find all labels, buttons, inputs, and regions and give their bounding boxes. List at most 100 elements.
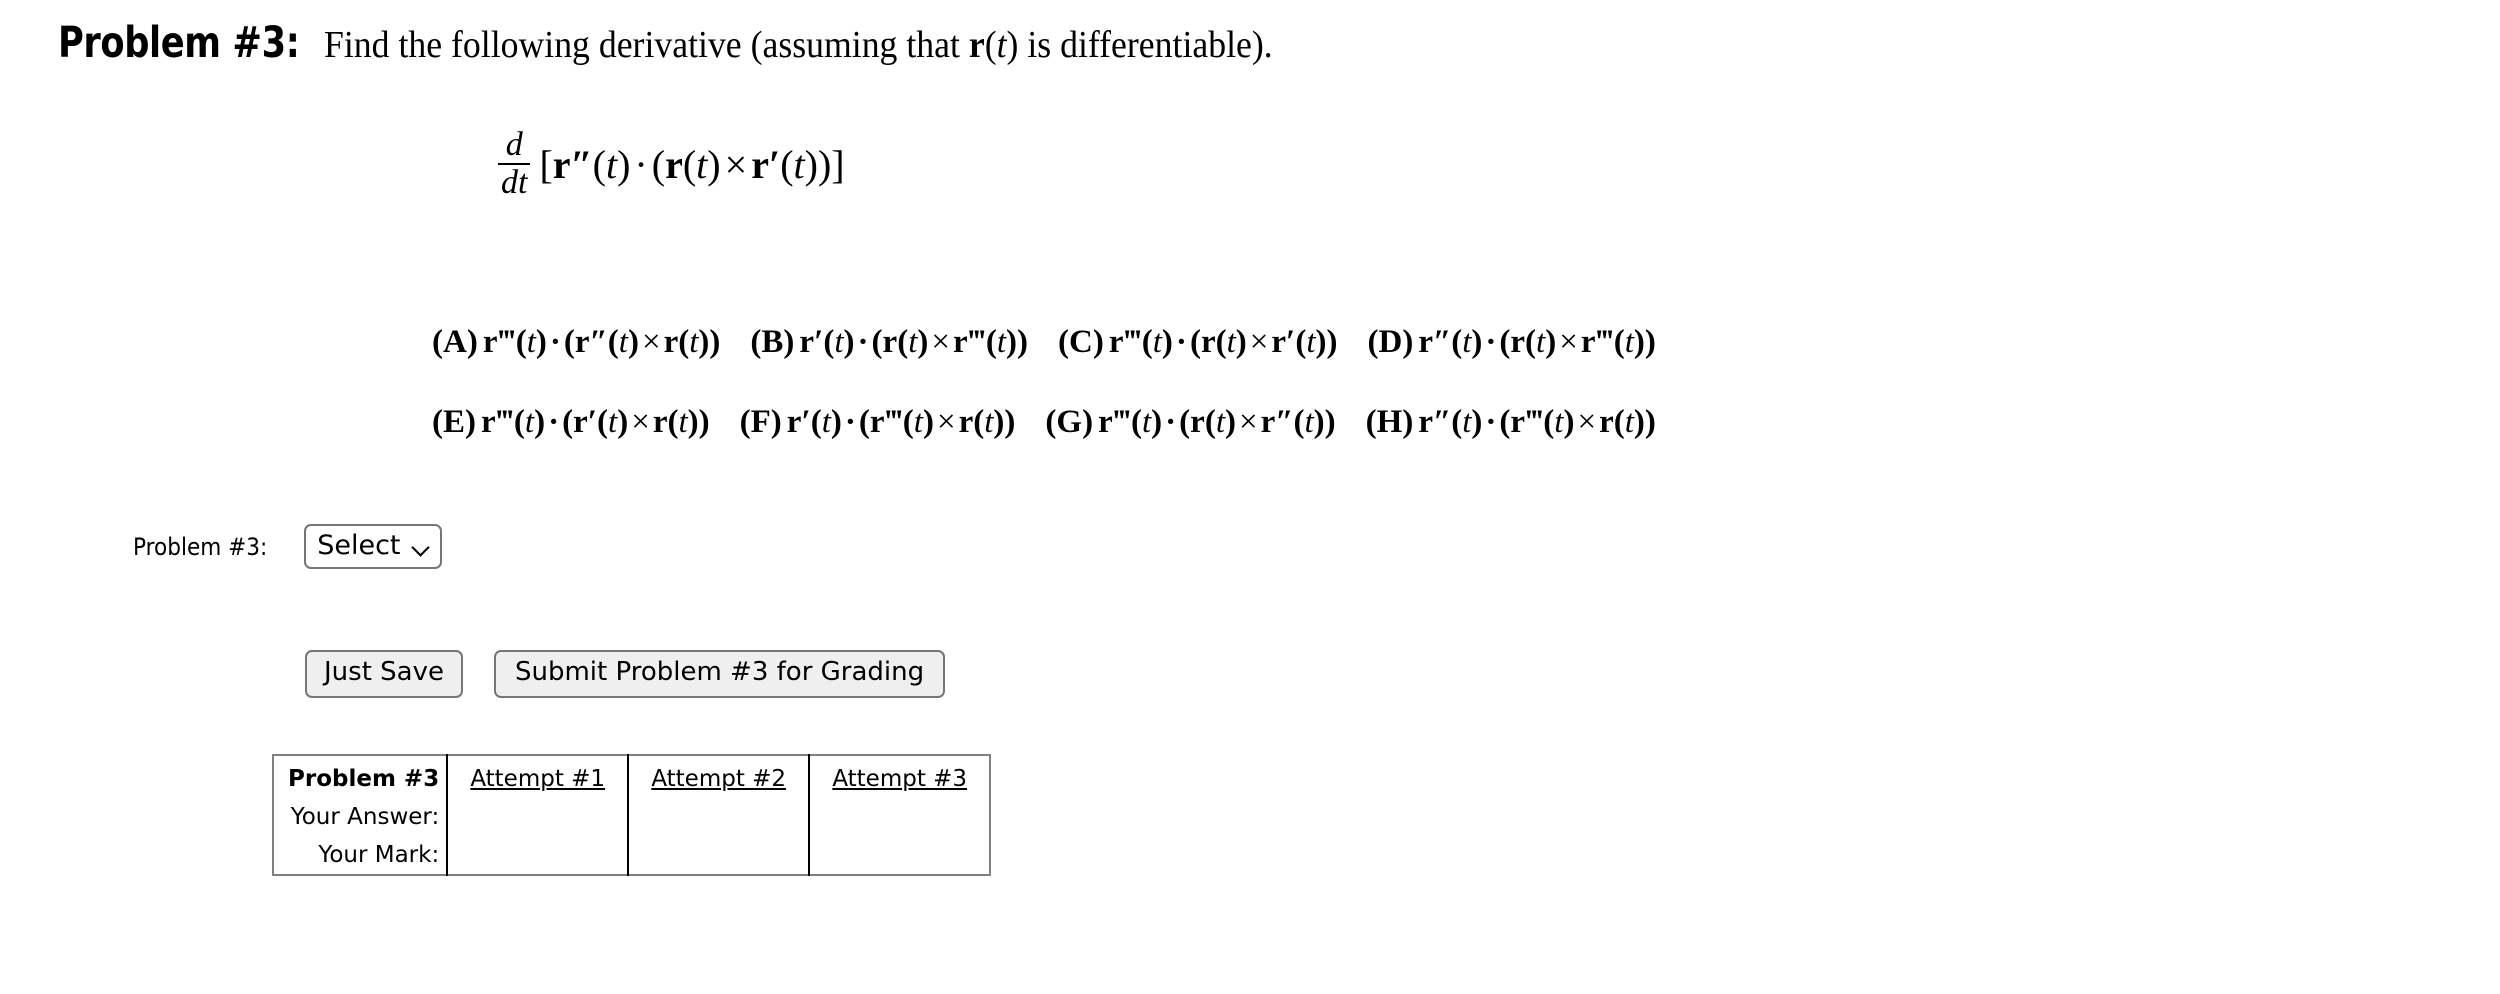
problem-statement-prefix: Find the following derivative (assuming … — [324, 24, 970, 66]
problem-statement-suffix: ) is differentiable). — [1006, 24, 1274, 66]
option-expression: r‴(t)·(r′(t)×r(t)) — [481, 404, 710, 440]
derivative-numerator: d — [505, 126, 523, 163]
chevron-down-icon — [413, 541, 429, 551]
answer-option-f: (F) r′(t)·(r‴(t)×r(t)) — [740, 404, 1016, 441]
attempt-1-link[interactable]: Attempt #1 — [470, 766, 605, 792]
answer-options-row-1: (A) r‴(t)·(r″(t)×r(t)) (B) r′(t)·(r(t)×r‴(… — [432, 324, 1686, 361]
option-term-2: r″(t) — [574, 324, 639, 360]
option-term-3: r(t) — [663, 324, 710, 360]
answer-option-g: (G) r‴(t)·(r(t)×r″(t)) — [1045, 404, 1335, 441]
your-mark-label: Your Mark: — [318, 842, 440, 868]
answer-select-label: Problem #3: — [133, 532, 268, 561]
option-term-2: r′(t) — [573, 404, 629, 440]
answer-select-value: Select — [317, 530, 401, 561]
table-row-your-answer: Your Answer: — [273, 798, 991, 836]
attempt-1-header: Attempt #1 — [446, 755, 629, 798]
attempt-3-header: Attempt #3 — [808, 755, 991, 798]
option-expression: r‴(t)·(r″(t)×r(t)) — [482, 324, 721, 360]
just-save-button[interactable]: Just Save — [305, 650, 463, 698]
formula-open-bracket: [ — [539, 141, 553, 187]
dot-product-operator: · — [634, 141, 648, 187]
table-row-your-mark: Your Mark: — [273, 836, 991, 875]
your-mark-attempt-1 — [446, 836, 629, 875]
formula-term3-prime: ′ — [768, 141, 781, 187]
option-expression: r‴(t)·(r(t)×r′(t)) — [1108, 324, 1338, 360]
option-term-2: r(t) — [882, 324, 929, 360]
derivative-operator: d dt — [498, 126, 531, 201]
option-letter: (D) — [1367, 324, 1414, 360]
derivative-expression: d dt [r″(t) · (r(t) × r′(t))] — [498, 128, 845, 200]
action-button-row: Just Save Submit Problem #3 for Grading — [305, 650, 946, 698]
option-letter: (G) — [1045, 404, 1094, 440]
your-answer-attempt-1 — [446, 798, 629, 836]
problem-heading: Problem #3: Find the following derivativ… — [58, 18, 1334, 68]
cross-product-operator: × — [724, 141, 748, 187]
answer-option-a: (A) r‴(t)·(r″(t)×r(t)) — [432, 324, 720, 361]
option-term-3: r(t) — [1599, 404, 1645, 440]
option-term-1: r‴(t) — [482, 324, 547, 360]
option-term-2: r‴(t) — [869, 404, 934, 440]
formula-term3-arg: t — [793, 141, 805, 187]
attempt-2-header: Attempt #2 — [627, 755, 810, 798]
formula-close-bracket: ] — [831, 141, 845, 187]
formula-term2-vector: r — [665, 141, 683, 187]
option-letter: (C) — [1058, 324, 1104, 360]
option-letter: (E) — [432, 404, 476, 440]
attempts-results-table: Problem #3 Attempt #1 Attempt #2 Attempt… — [272, 754, 992, 876]
results-table-title: Problem #3 — [288, 766, 440, 792]
your-answer-label: Your Answer: — [290, 804, 440, 830]
problem-statement-vector: r — [969, 24, 986, 66]
your-mark-attempt-2 — [627, 836, 810, 875]
option-expression: r′(t)·(r‴(t)×r(t)) — [786, 404, 1016, 440]
option-term-1: r′(t) — [786, 404, 842, 440]
option-term-2: r‴(t) — [1510, 404, 1575, 440]
answer-option-h: (H) r″(t)·(r‴(t)×r(t)) — [1366, 404, 1656, 441]
option-term-2: r(t) — [1510, 324, 1557, 360]
option-term-1: r‴(t) — [481, 404, 546, 440]
formula-term3-vector: r — [751, 141, 769, 187]
option-letter: (H) — [1365, 404, 1414, 440]
option-term-3: r′(t) — [1271, 324, 1327, 360]
option-term-1: r‴(t) — [1098, 404, 1163, 440]
option-term-1: r′(t) — [799, 324, 855, 360]
option-expression: r‴(t)·(r(t)×r″(t)) — [1098, 404, 1336, 440]
formula-term1-prime: ″ — [570, 141, 593, 187]
answer-select-dropdown[interactable]: Select — [304, 524, 442, 570]
attempt-2-link[interactable]: Attempt #2 — [651, 766, 786, 792]
table-row-header: Problem #3 Attempt #1 Attempt #2 Attempt… — [273, 755, 991, 798]
formula-term2-arg: t — [696, 141, 708, 187]
answer-option-d: (D) r″(t)·(r(t)×r‴(t)) — [1368, 324, 1656, 361]
option-letter: (B) — [750, 324, 795, 360]
your-mark-attempt-3 — [808, 836, 991, 875]
your-answer-attempt-3 — [808, 798, 991, 836]
option-letter: (F) — [739, 404, 782, 440]
option-term-1: r‴(t) — [1108, 324, 1173, 360]
option-expression: r″(t)·(r(t)×r‴(t)) — [1418, 324, 1656, 360]
option-term-2: r(t) — [1200, 324, 1247, 360]
answer-option-c: (C) r‴(t)·(r(t)×r′(t)) — [1058, 324, 1337, 361]
option-expression: r′(t)·(r(t)×r‴(t)) — [799, 324, 1029, 360]
formula-term1-vector: r — [552, 141, 571, 187]
problem-label: Problem #3: — [58, 18, 300, 68]
your-answer-attempt-2 — [627, 798, 810, 836]
option-term-1: r″(t) — [1418, 404, 1483, 440]
option-term-2: r(t) — [1190, 404, 1236, 440]
option-term-1: r″(t) — [1418, 324, 1483, 360]
problem-statement-var: t — [996, 24, 1007, 66]
derivative-body: [r″(t) · (r(t) × r′(t))] — [539, 141, 845, 187]
option-letter: (A) — [432, 324, 478, 360]
answer-option-e: (E) r‴(t)·(r′(t)×r(t)) — [432, 404, 710, 441]
derivative-denominator: dt — [501, 164, 528, 201]
option-term-3: r(t) — [958, 404, 1005, 440]
option-expression: r″(t)·(r‴(t)×r(t)) — [1418, 404, 1656, 440]
attempt-3-link[interactable]: Attempt #3 — [832, 766, 967, 792]
formula-term1-arg: t — [605, 141, 618, 187]
submit-for-grading-button[interactable]: Submit Problem #3 for Grading — [493, 650, 946, 698]
answer-options-row-2: (E) r‴(t)·(r′(t)×r(t)) (F) r′(t)·(r‴(t)×r(… — [432, 404, 1686, 441]
problem-statement: Find the following derivative (assuming … — [324, 24, 1274, 66]
option-term-3: r‴(t) — [952, 324, 1018, 360]
answer-option-b: (B) r′(t)·(r(t)×r‴(t)) — [750, 324, 1028, 361]
option-term-3: r(t) — [652, 404, 699, 440]
answer-select-row: Problem #3: Select — [133, 524, 442, 570]
option-term-3: r‴(t) — [1580, 324, 1645, 360]
